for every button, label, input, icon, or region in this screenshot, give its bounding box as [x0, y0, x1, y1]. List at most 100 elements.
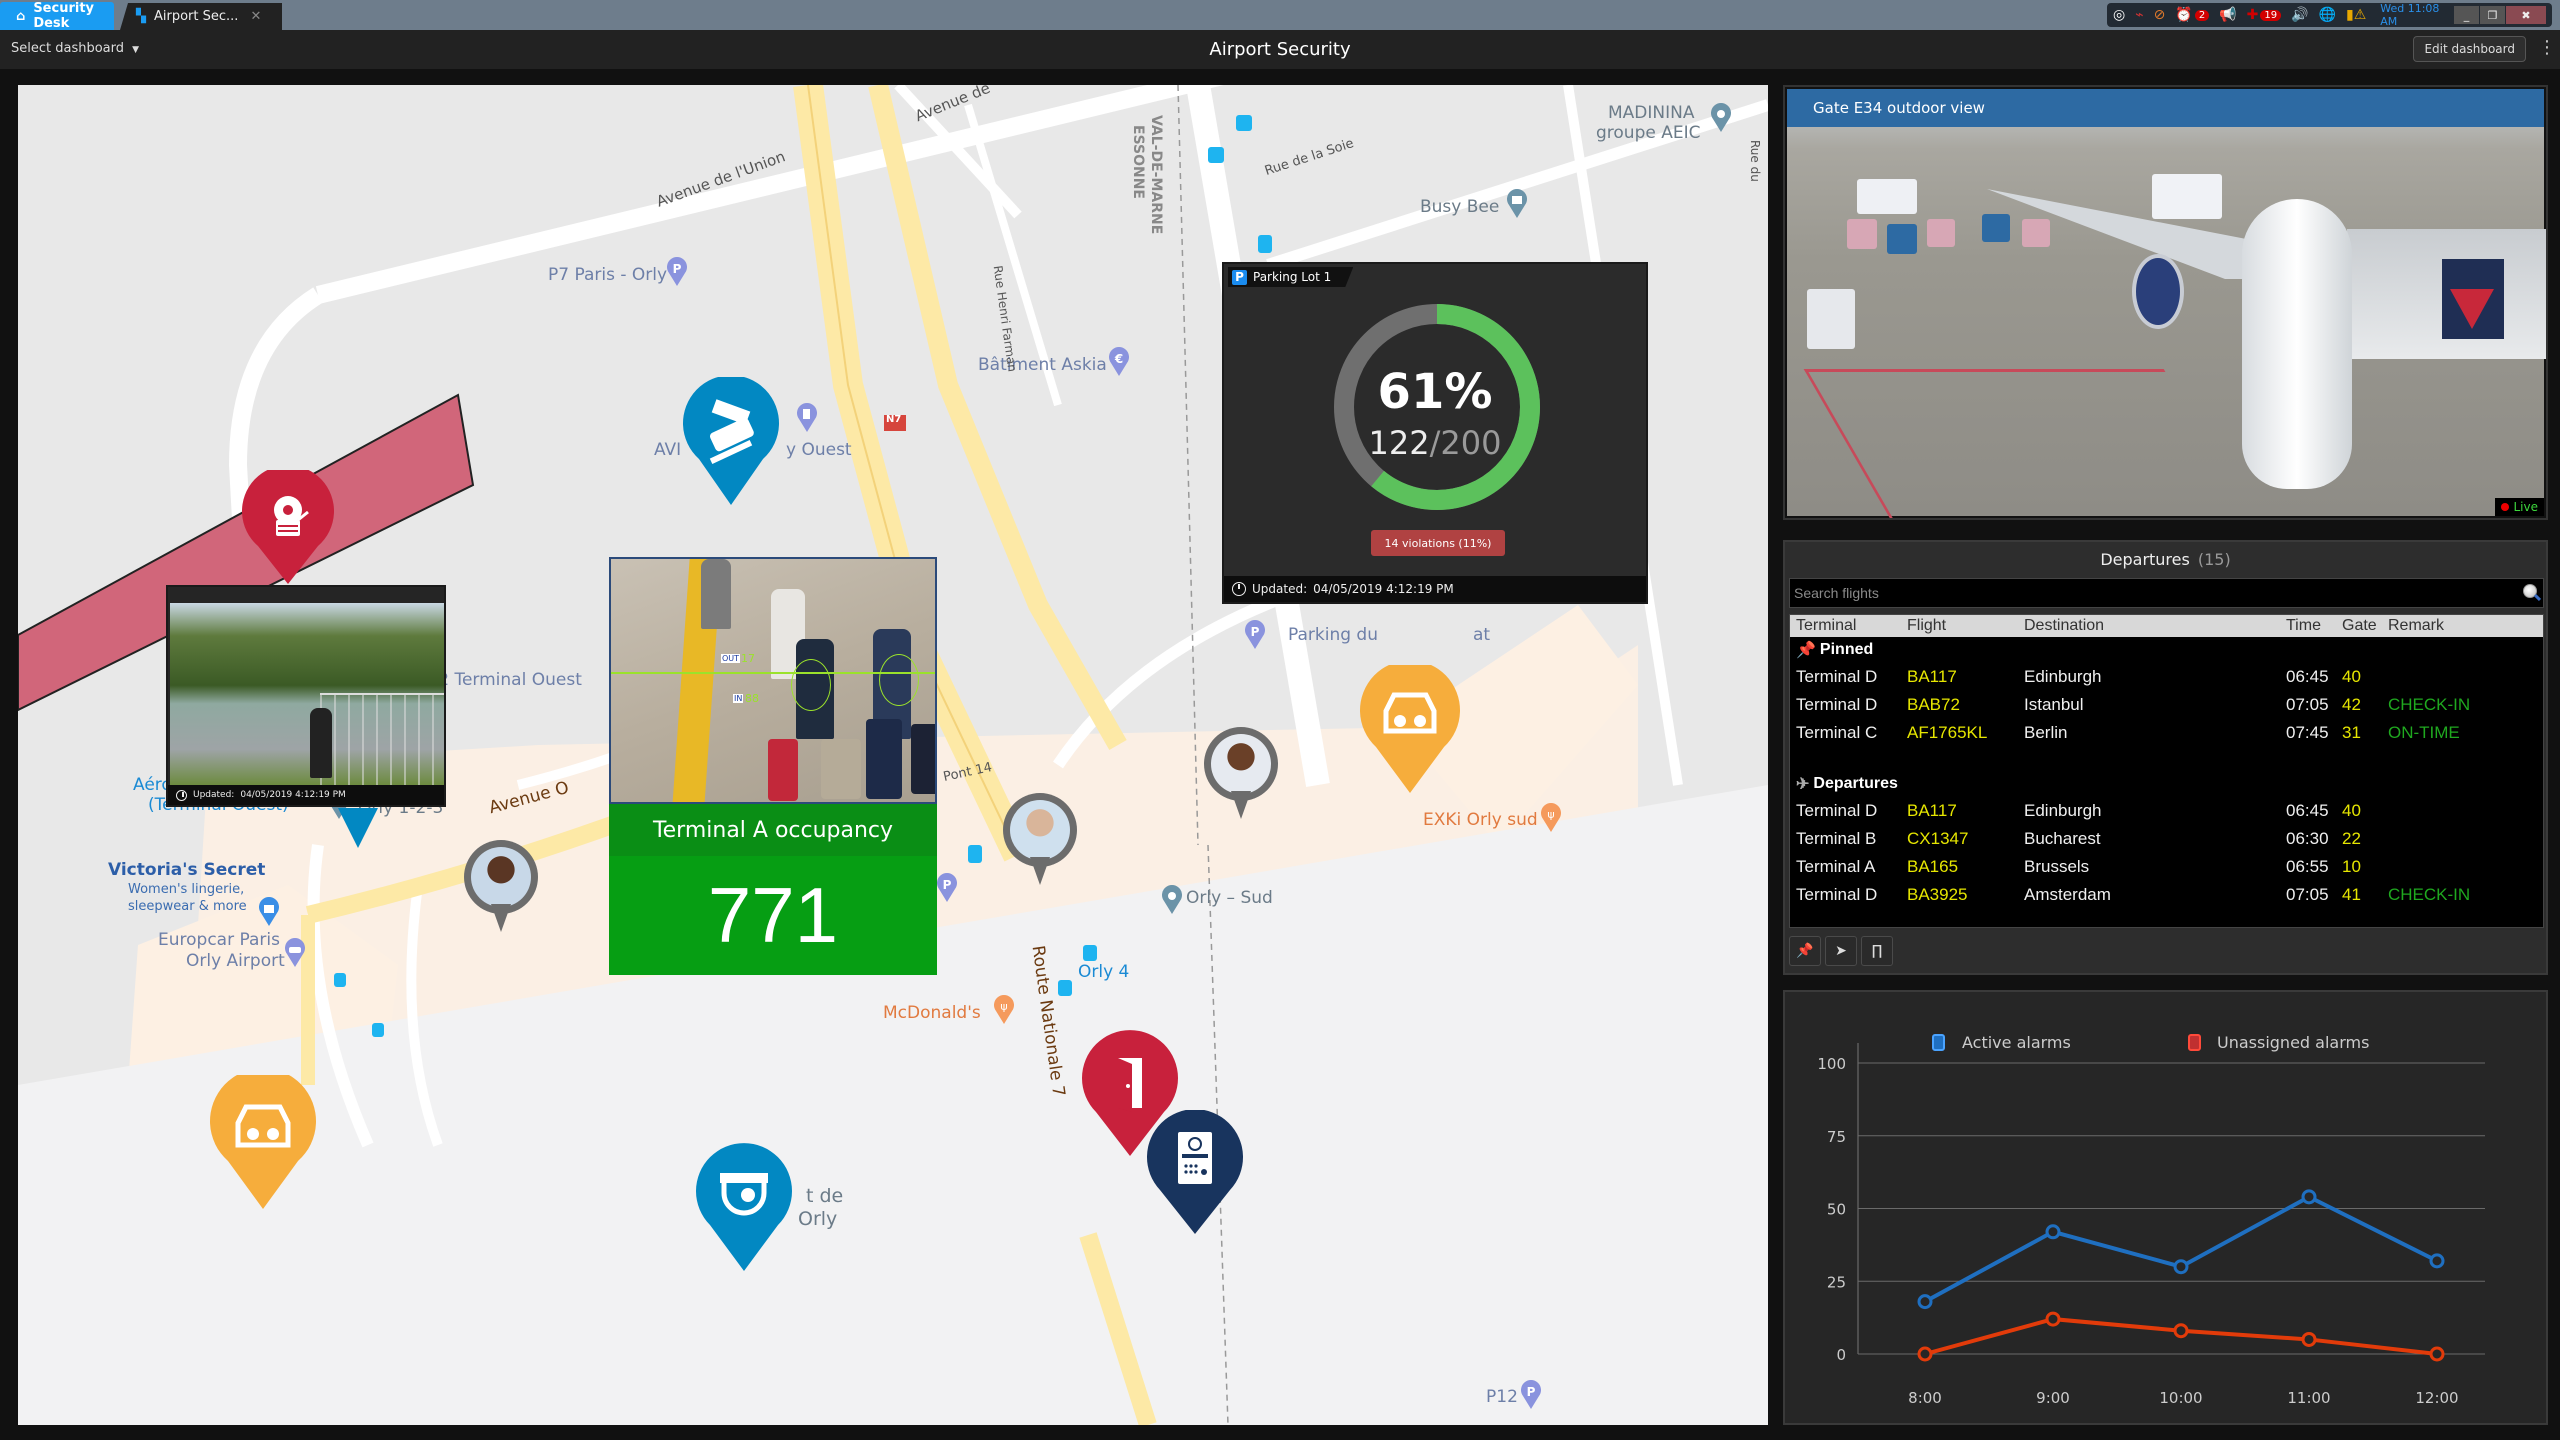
data-point[interactable] — [2045, 1224, 2061, 1240]
map-view[interactable]: Avenue de l'Union Avenue de P7 Paris - O… — [18, 85, 1768, 1425]
volume-icon[interactable]: 🔊 — [2291, 7, 2308, 23]
guard-pin[interactable] — [464, 840, 538, 940]
data-point[interactable] — [2429, 1253, 2445, 1269]
disconnected-icon[interactable]: ⌁ — [2135, 7, 2143, 23]
location-poi-icon[interactable] — [1710, 103, 1732, 133]
car-rental-poi-icon[interactable] — [284, 938, 306, 968]
data-point[interactable] — [2173, 1323, 2189, 1339]
column-remark[interactable]: Remark — [2388, 617, 2528, 635]
navigate-button[interactable]: ➤ — [1825, 936, 1857, 966]
camera-pin-tail[interactable] — [336, 800, 380, 850]
column-terminal[interactable]: Terminal — [1790, 617, 1907, 635]
parking-poi-icon[interactable]: P — [1244, 620, 1266, 650]
table-row[interactable]: Terminal D BA117 Edinburgh 06:45 40 — [1790, 797, 2543, 825]
violations-badge[interactable]: 14 violations (11%) — [1371, 530, 1505, 556]
bus-stop-icon[interactable] — [1236, 115, 1252, 131]
table-row[interactable]: Terminal A BA165 Brussels 06:55 10 — [1790, 853, 2543, 881]
bus-stop-icon[interactable] — [372, 1023, 384, 1037]
parking-poi-icon[interactable]: P — [936, 873, 958, 903]
health-icon[interactable]: ✚ — [2247, 7, 2259, 23]
guard-avatar-frame — [1204, 727, 1278, 801]
column-gate[interactable]: Gate — [2342, 617, 2388, 635]
bus-stop-icon[interactable] — [334, 973, 346, 987]
cell-time: 06:30 — [2286, 829, 2329, 848]
data-point[interactable] — [2301, 1331, 2317, 1347]
shopping-poi-icon[interactable] — [258, 897, 280, 927]
parking-poi-icon[interactable]: P — [666, 257, 688, 287]
search-icon[interactable] — [2517, 580, 2543, 606]
bus-stop-icon[interactable] — [1083, 945, 1097, 961]
more-options-icon[interactable]: ⋮ — [2538, 36, 2556, 62]
cell-gate: 10 — [2342, 857, 2361, 876]
legend-swatch-active — [1932, 1034, 1945, 1051]
table-row[interactable]: Terminal D BA3925 Amsterdam 07:05 41 CHE… — [1790, 881, 2543, 909]
performance-warning-icon[interactable]: ▮⚠ — [2346, 7, 2366, 23]
data-point[interactable] — [1917, 1294, 1933, 1310]
fence-camera-tile[interactable]: Updated: 04/05/2019 4:12:19 PM — [166, 585, 446, 807]
data-point[interactable] — [2045, 1311, 2061, 1327]
map-label-europcar: Europcar Paris — [158, 930, 280, 950]
museum-poi-icon[interactable] — [1506, 189, 1528, 219]
atm-poi-icon[interactable]: € — [1108, 347, 1130, 377]
lpr-camera-pin[interactable] — [1358, 665, 1462, 795]
camera-title: Gate E34 outdoor view — [1787, 89, 2544, 127]
genetec-icon[interactable]: ◎ — [2113, 7, 2125, 23]
fence — [320, 693, 444, 786]
minimize-button[interactable]: _ — [2454, 6, 2479, 24]
tram-stop-icon[interactable] — [1258, 235, 1272, 253]
column-flight[interactable]: Flight — [1907, 617, 2024, 635]
data-point[interactable] — [1917, 1346, 1933, 1362]
tram-stop-icon[interactable] — [968, 845, 982, 863]
cell-destination: Istanbul — [2024, 695, 2084, 714]
column-destination[interactable]: Destination — [2024, 617, 2286, 635]
restore-button[interactable]: ❐ — [2480, 6, 2505, 24]
parking-lot-widget[interactable]: P Parking Lot 1 61% 122/200 14 violation… — [1222, 262, 1648, 604]
luggage — [821, 739, 861, 799]
cell-time: 06:45 — [2286, 801, 2329, 820]
intrusion-alarm-pin[interactable] — [240, 470, 336, 586]
bus-stop-icon[interactable] — [1058, 980, 1072, 996]
gate-button[interactable]: ∏ — [1861, 936, 1893, 966]
restaurant-poi-icon[interactable]: ψ — [1540, 803, 1562, 833]
table-row[interactable]: Terminal D BA117 Edinburgh 06:45 40 — [1790, 663, 2543, 691]
table-row[interactable]: Terminal C AF1765KL Berlin 07:45 31 ON-T… — [1790, 719, 2543, 747]
tab-airport-security[interactable]: ▚ Airport Sec... ✕ — [120, 3, 282, 30]
blocked-icon[interactable]: ⊘ — [2154, 7, 2166, 23]
edit-dashboard-button[interactable]: Edit dashboard — [2413, 36, 2526, 62]
close-window-button[interactable]: ✖ — [2506, 6, 2546, 24]
map-label-victorias-desc1: Women's lingerie, — [128, 882, 245, 897]
notification-icon[interactable]: 📢 — [2219, 7, 2236, 23]
globe-icon[interactable]: 🌐 — [2319, 7, 2336, 23]
location-poi-icon[interactable] — [1161, 885, 1183, 915]
table-row[interactable]: Terminal D BAB72 Istanbul 07:05 42 CHECK… — [1790, 691, 2543, 719]
pin-button[interactable]: 📌 — [1789, 936, 1821, 966]
close-tab-icon[interactable]: ✕ — [250, 9, 261, 24]
guard-pin[interactable] — [1003, 793, 1077, 893]
y-tick-label: 25 — [1827, 1273, 1846, 1291]
dome-camera-pin[interactable] — [694, 1143, 794, 1273]
guard-avatar — [1010, 800, 1070, 860]
lpr-camera-pin[interactable] — [208, 1075, 318, 1211]
pinned-label: Pinned — [1819, 641, 1874, 658]
gas-station-poi-icon[interactable] — [796, 403, 818, 433]
cell-terminal: Terminal A — [1796, 857, 1876, 876]
plane-icon: ✈ — [1796, 776, 1810, 793]
data-point[interactable] — [2173, 1259, 2189, 1275]
parking-poi-icon[interactable]: P — [1520, 1380, 1542, 1410]
column-time[interactable]: Time — [2286, 617, 2342, 635]
data-point[interactable] — [2429, 1346, 2445, 1362]
tab-security-desk[interactable]: ⌂ Security Desk — [0, 1, 114, 31]
table-row[interactable]: Terminal B CX1347 Bucharest 06:30 22 — [1790, 825, 2543, 853]
x-tick-label: 11:00 — [2287, 1389, 2330, 1407]
restaurant-poi-icon[interactable]: ψ — [993, 995, 1015, 1025]
terminal-occupancy-widget[interactable]: OUT 17 IN 88 Terminal A occupancy 771 — [609, 557, 937, 975]
ptz-camera-pin[interactable] — [681, 377, 781, 507]
intercom-pin[interactable] — [1146, 1110, 1244, 1236]
data-point[interactable] — [2301, 1189, 2317, 1205]
gate-camera-tile[interactable]: Gate E34 outdoor view Live — [1783, 85, 2548, 520]
cell-gate: 42 — [2342, 695, 2361, 714]
search-flights-input[interactable] — [1794, 585, 2517, 601]
alarm-icon[interactable]: ⏰ — [2175, 7, 2192, 23]
guard-pin[interactable] — [1204, 727, 1278, 827]
bus-stop-icon[interactable] — [1208, 147, 1224, 163]
